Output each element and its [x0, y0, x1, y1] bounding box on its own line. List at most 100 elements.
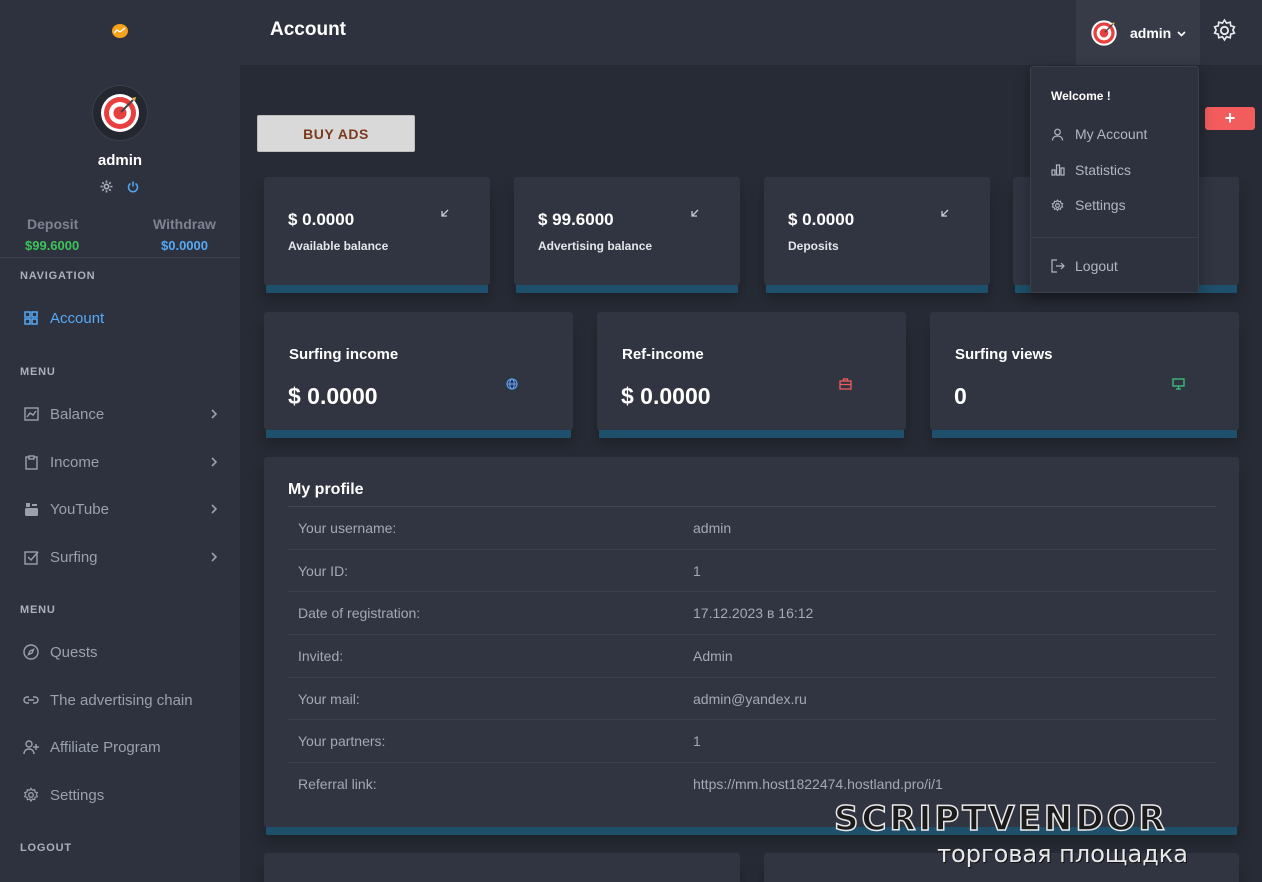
dropdown-welcome: Welcome !	[1051, 89, 1111, 103]
profile-key: Date of registration:	[298, 605, 421, 622]
user-dropdown-menu: Welcome ! My Account Statistics Settings…	[1030, 66, 1199, 293]
sidebar-item-account[interactable]: Account	[22, 306, 222, 330]
profile-key: Your username:	[298, 519, 397, 536]
target-icon	[1091, 19, 1117, 46]
arrow-down-left-icon	[940, 205, 950, 223]
balance-label: Advertising balance	[538, 239, 653, 253]
youtube-icon	[22, 500, 40, 518]
table-row: Invited: Admin	[288, 635, 1216, 678]
balance-amount: $ 99.6000	[538, 210, 614, 229]
sidebar: admin Deposit $99.6000 Withdraw $0.0000 …	[0, 0, 240, 882]
gear-icon[interactable]	[1212, 18, 1237, 48]
clipboard-icon	[22, 453, 40, 471]
sidebar-item-label: Quests	[50, 643, 98, 661]
logout-icon	[1051, 259, 1067, 273]
gear-icon	[22, 786, 40, 804]
chevron-right-icon	[210, 502, 218, 519]
sidebar-item-advertising-chain[interactable]: The advertising chain	[22, 688, 222, 712]
dropdown-item-my-account[interactable]: My Account	[1051, 126, 1147, 142]
profile-key: Referral link:	[298, 776, 377, 793]
monitor-icon	[1172, 377, 1185, 395]
referral-link[interactable]: https://mm.host1822474.hostland.pro/i/1	[683, 776, 943, 792]
sidebar-item-label: Affiliate Program	[50, 738, 161, 756]
sidebar-item-affiliate-program[interactable]: Affiliate Program	[22, 735, 222, 759]
sidebar-item-label: Surfing	[50, 548, 98, 566]
dashboard-icon	[22, 309, 40, 327]
chevron-right-icon	[210, 455, 218, 472]
deposit-label: Deposit	[27, 216, 79, 232]
dropdown-item-statistics[interactable]: Statistics	[1051, 162, 1131, 178]
dropdown-item-label: My Account	[1075, 126, 1148, 142]
watermark-main: SCRIPTVENDOR	[833, 799, 1168, 839]
logo-icon[interactable]	[112, 24, 128, 38]
stat-card-surfing-income: Surfing income $ 0.0000	[264, 312, 573, 430]
user-icon	[1051, 128, 1067, 141]
balance-amount: $ 0.0000	[788, 210, 855, 229]
dropdown-item-label: Statistics	[1075, 162, 1132, 178]
sidebar-item-youtube[interactable]: YouTube	[22, 497, 222, 521]
profile-value: Admin	[693, 647, 733, 664]
sidebar-item-surfing[interactable]: Surfing	[22, 545, 222, 569]
sidebar-item-income[interactable]: Income	[22, 450, 222, 474]
profile-key: Your mail:	[298, 690, 360, 707]
sidebar-divider	[0, 257, 240, 258]
dropdown-divider	[1031, 237, 1198, 238]
sidebar-item-label: Balance	[50, 405, 105, 423]
withdraw-value: $0.0000	[161, 238, 208, 253]
menu-heading: MENU	[20, 366, 56, 378]
checkbox-icon	[22, 548, 40, 566]
dropdown-item-logout[interactable]: Logout	[1051, 258, 1118, 274]
balance-card-deposits: $ 0.0000 Deposits	[764, 177, 990, 285]
user-menu-button[interactable]: admin	[1076, 0, 1200, 65]
profile-key: Your partners:	[298, 733, 386, 750]
profile-value: admin@yandex.ru	[693, 690, 807, 707]
power-icon[interactable]	[127, 180, 139, 198]
chart-icon	[22, 405, 40, 423]
profile-value: admin	[693, 519, 732, 536]
logout-heading[interactable]: LOGOUT	[20, 842, 72, 854]
buy-ads-button[interactable]: BUY ADS	[257, 115, 415, 152]
globe-icon	[506, 377, 518, 395]
link-icon	[22, 691, 40, 709]
stat-value: $ 0.0000	[288, 383, 378, 409]
table-row: Your mail: admin@yandex.ru	[288, 678, 1216, 721]
sidebar-item-label: YouTube	[50, 500, 109, 518]
balance-amount: $ 0.0000	[288, 210, 355, 229]
balance-label: Available balance	[288, 239, 389, 253]
sidebar-item-quests[interactable]: Quests	[22, 640, 222, 664]
topbar: Account admin	[240, 0, 1262, 65]
table-row: Your ID: 1	[288, 550, 1216, 593]
gear-icon[interactable]	[100, 180, 113, 198]
withdraw-label: Withdraw	[153, 216, 216, 232]
compass-icon	[22, 643, 40, 661]
sidebar-item-settings[interactable]: Settings	[22, 783, 222, 807]
dropdown-item-label: Logout	[1075, 258, 1118, 274]
profile-value: 17.12.2023 в 16:12	[693, 605, 814, 622]
sidebar-username: admin	[97, 152, 143, 169]
table-row: Date of registration: 17.12.2023 в 16:12	[288, 592, 1216, 636]
stat-card-ref-income: Ref-income $ 0.0000	[597, 312, 906, 430]
profile-table: Your username: admin Your ID: 1 Date of re…	[288, 506, 1216, 806]
balance-label: Deposits	[788, 239, 839, 253]
stat-label: Surfing views	[955, 346, 1053, 363]
watermark: SCRIPTVENDOR торговая площадка	[833, 799, 1248, 874]
arrow-down-left-icon	[440, 205, 450, 223]
briefcase-icon	[839, 377, 852, 395]
target-icon	[101, 94, 139, 132]
watermark-sub: торговая площадка	[937, 840, 1188, 868]
stat-card-surfing-views: Surfing views 0	[930, 312, 1239, 430]
sidebar-item-label: Account	[50, 309, 105, 327]
sidebar-item-label: Income	[50, 453, 100, 471]
add-button[interactable]: +	[1205, 107, 1255, 130]
stat-value: 0	[954, 383, 967, 409]
stat-label: Surfing income	[289, 346, 399, 363]
profile-key: Your ID:	[298, 562, 349, 579]
sidebar-user-actions	[100, 180, 139, 198]
dropdown-item-settings[interactable]: Settings	[1051, 197, 1126, 213]
sidebar-item-balance[interactable]: Balance	[22, 402, 222, 426]
menu-heading: MENU	[20, 604, 56, 616]
page-title: Account	[270, 19, 346, 40]
topbar-username: admin	[1130, 24, 1172, 41]
avatar[interactable]	[92, 85, 148, 141]
profile-card: My profile Your username: admin Your ID: 1…	[264, 457, 1239, 827]
